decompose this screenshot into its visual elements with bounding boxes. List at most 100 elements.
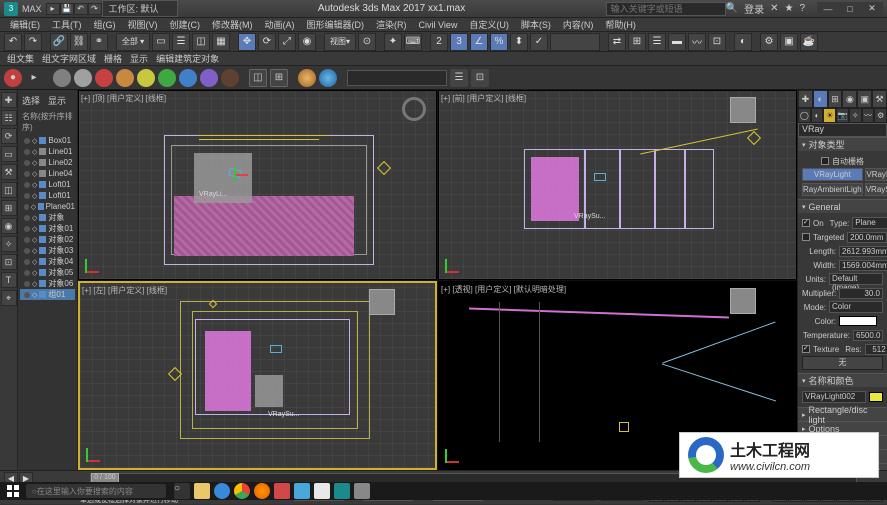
time-slider[interactable]: 0 / 100 [91, 473, 119, 483]
targeted-spinner[interactable]: 200.0mm [847, 232, 886, 243]
mode-dropdown[interactable]: Color [829, 301, 883, 313]
menu-create[interactable]: 创建(C) [164, 18, 207, 31]
use-center-icon[interactable]: ⊙ [358, 33, 376, 51]
sb-tool2[interactable]: ⊞ [270, 69, 288, 87]
start-button[interactable] [4, 482, 22, 500]
menu-modifiers[interactable]: 修改器(M) [206, 18, 259, 31]
maximize-button[interactable]: □ [839, 2, 861, 16]
viewcube-icon[interactable] [730, 288, 756, 314]
menu-civilview[interactable]: Civil View [413, 20, 464, 30]
unlink-icon[interactable]: ⛓ [70, 33, 88, 51]
task-app5-icon[interactable] [354, 483, 370, 499]
select-region-icon[interactable]: ◫ [192, 33, 210, 51]
multiplier-spinner[interactable]: 30.0 [839, 288, 883, 299]
sb-color1[interactable] [53, 69, 71, 87]
tree-item[interactable]: ◇组01 [20, 289, 75, 300]
menu-graph-editors[interactable]: 图形编辑器(D) [301, 18, 371, 31]
task-cortana-icon[interactable]: ○ [174, 483, 190, 499]
lt-9-icon[interactable]: ✧ [1, 236, 17, 252]
schematic-view-icon[interactable]: ⊡ [708, 33, 726, 51]
tb2-label4[interactable]: 显示 [127, 52, 151, 65]
cmd-tab-motion[interactable]: ◉ [842, 90, 857, 108]
ref-coord-dropdown[interactable]: 视图▾ [324, 33, 356, 51]
lt-8-icon[interactable]: ◉ [1, 218, 17, 234]
menu-customize[interactable]: 自定义(U) [463, 18, 515, 31]
keyboard-shortcut-icon[interactable]: ⌨ [404, 33, 422, 51]
viewport-top[interactable]: [+] [顶] [用户定义] [线框] VRayLi... [78, 90, 437, 280]
sb-sphere2[interactable] [319, 69, 337, 87]
lt-12-icon[interactable]: ⌖ [1, 290, 17, 306]
layer-select-dropdown[interactable] [347, 70, 447, 86]
select-rotate-icon[interactable]: ⟳ [258, 33, 276, 51]
sb-color4[interactable] [116, 69, 134, 87]
texture-check[interactable] [802, 345, 810, 353]
menu-rendering[interactable]: 渲染(R) [370, 18, 413, 31]
subtab-helpers[interactable]: ✧ [849, 108, 862, 123]
menu-content[interactable]: 内容(N) [557, 18, 600, 31]
units-dropdown[interactable]: Default (image) [829, 273, 883, 285]
rollout-rect-disc[interactable]: ▸Rectangle/disc light [798, 407, 887, 421]
help-search-input[interactable] [606, 2, 726, 16]
workspace-selector[interactable]: 工作区: 默认 [102, 0, 178, 17]
type-dropdown[interactable]: Plane [852, 217, 887, 229]
sb-color6[interactable] [158, 69, 176, 87]
viewcube-icon[interactable] [369, 289, 395, 315]
tb2-label3[interactable]: 栅格 [101, 52, 125, 65]
object-name-field[interactable]: VRayLight002 [802, 391, 866, 403]
category-dropdown[interactable]: VRay [798, 123, 887, 137]
scene-tree[interactable]: ◇Box01◇Line01◇Line02◇Line04◇Loft01◇Loft0… [20, 135, 75, 300]
lt-create-icon[interactable]: ✚ [1, 92, 17, 108]
lt-hierarchy-icon[interactable]: ☷ [1, 110, 17, 126]
sb-color2[interactable] [74, 69, 92, 87]
tree-item[interactable]: ◇对象05 [20, 267, 75, 278]
lt-6-icon[interactable]: ◫ [1, 182, 17, 198]
bind-icon[interactable]: ⚭ [90, 33, 108, 51]
named-sel-dropdown[interactable] [550, 33, 600, 51]
align-icon[interactable]: ⊞ [628, 33, 646, 51]
task-edge-icon[interactable] [214, 483, 230, 499]
help-icon[interactable]: ? [799, 3, 805, 14]
task-3dsmax-icon[interactable] [334, 483, 350, 499]
select-scale-icon[interactable]: ⤢ [278, 33, 296, 51]
save-icon[interactable]: 💾 [60, 3, 74, 15]
taskbar-search[interactable]: ○ 在这里输入你要搜索的内容 [26, 484, 166, 498]
viewport-left-label[interactable]: [+] [左] [用户定义] [线框] [82, 285, 167, 296]
menu-edit[interactable]: 编辑(E) [4, 18, 46, 31]
menu-group[interactable]: 组(G) [88, 18, 122, 31]
snap-3d-icon[interactable]: 3 [450, 33, 468, 51]
btn-vraylight[interactable]: VRayLight [802, 168, 863, 181]
task-app1-icon[interactable] [274, 483, 290, 499]
tb2-label5[interactable]: 编辑建筑定对象 [153, 52, 222, 65]
favorite-icon[interactable]: ★ [784, 3, 793, 14]
sb-red-icon[interactable]: ● [4, 69, 22, 87]
link-icon[interactable]: 🔗 [50, 33, 68, 51]
viewport-persp-label[interactable]: [+] [透视] [用户定义] [默认明暗处理] [441, 284, 566, 295]
tree-item[interactable]: ◇对象02 [20, 234, 75, 245]
minimize-button[interactable]: — [817, 2, 839, 16]
sb-color8[interactable] [200, 69, 218, 87]
task-explorer-icon[interactable] [194, 483, 210, 499]
on-check[interactable] [802, 219, 810, 227]
tb2-label1[interactable]: 组文集 [4, 52, 37, 65]
viewport-front-label[interactable]: [+] [前] [用户定义] [线框] [441, 93, 526, 104]
sb-arrow-icon[interactable]: ▸ [25, 69, 43, 87]
tb2-label2[interactable]: 组文字网区域 [39, 52, 99, 65]
select-by-name-icon[interactable]: ☰ [172, 33, 190, 51]
lt-7-icon[interactable]: ⊞ [1, 200, 17, 216]
cmd-tab-create[interactable]: ✚ [798, 90, 813, 108]
sb-color3[interactable] [95, 69, 113, 87]
lt-11-icon[interactable]: T [1, 272, 17, 288]
lt-display-icon[interactable]: ▭ [1, 146, 17, 162]
material-editor-icon[interactable]: ◐ [734, 33, 752, 51]
menu-help[interactable]: 帮助(H) [599, 18, 642, 31]
viewport-front[interactable]: [+] [前] [用户定义] [线框] VRaySu... [438, 90, 797, 280]
viewport-left[interactable]: [+] [左] [用户定义] [线框] VRaySu... [78, 281, 437, 471]
scene-tab-display[interactable]: 显示 [48, 94, 66, 107]
infocenter-icon[interactable]: 🔍 [726, 3, 738, 14]
tree-item[interactable]: ◇对象06 [20, 278, 75, 289]
res-spinner[interactable]: 512 [865, 344, 887, 355]
undo-title-icon[interactable]: ↶ [74, 3, 88, 15]
lt-motion-icon[interactable]: ⟳ [1, 128, 17, 144]
open-icon[interactable]: ▸ [46, 3, 60, 15]
curve-editor-icon[interactable]: 〰 [688, 33, 706, 51]
